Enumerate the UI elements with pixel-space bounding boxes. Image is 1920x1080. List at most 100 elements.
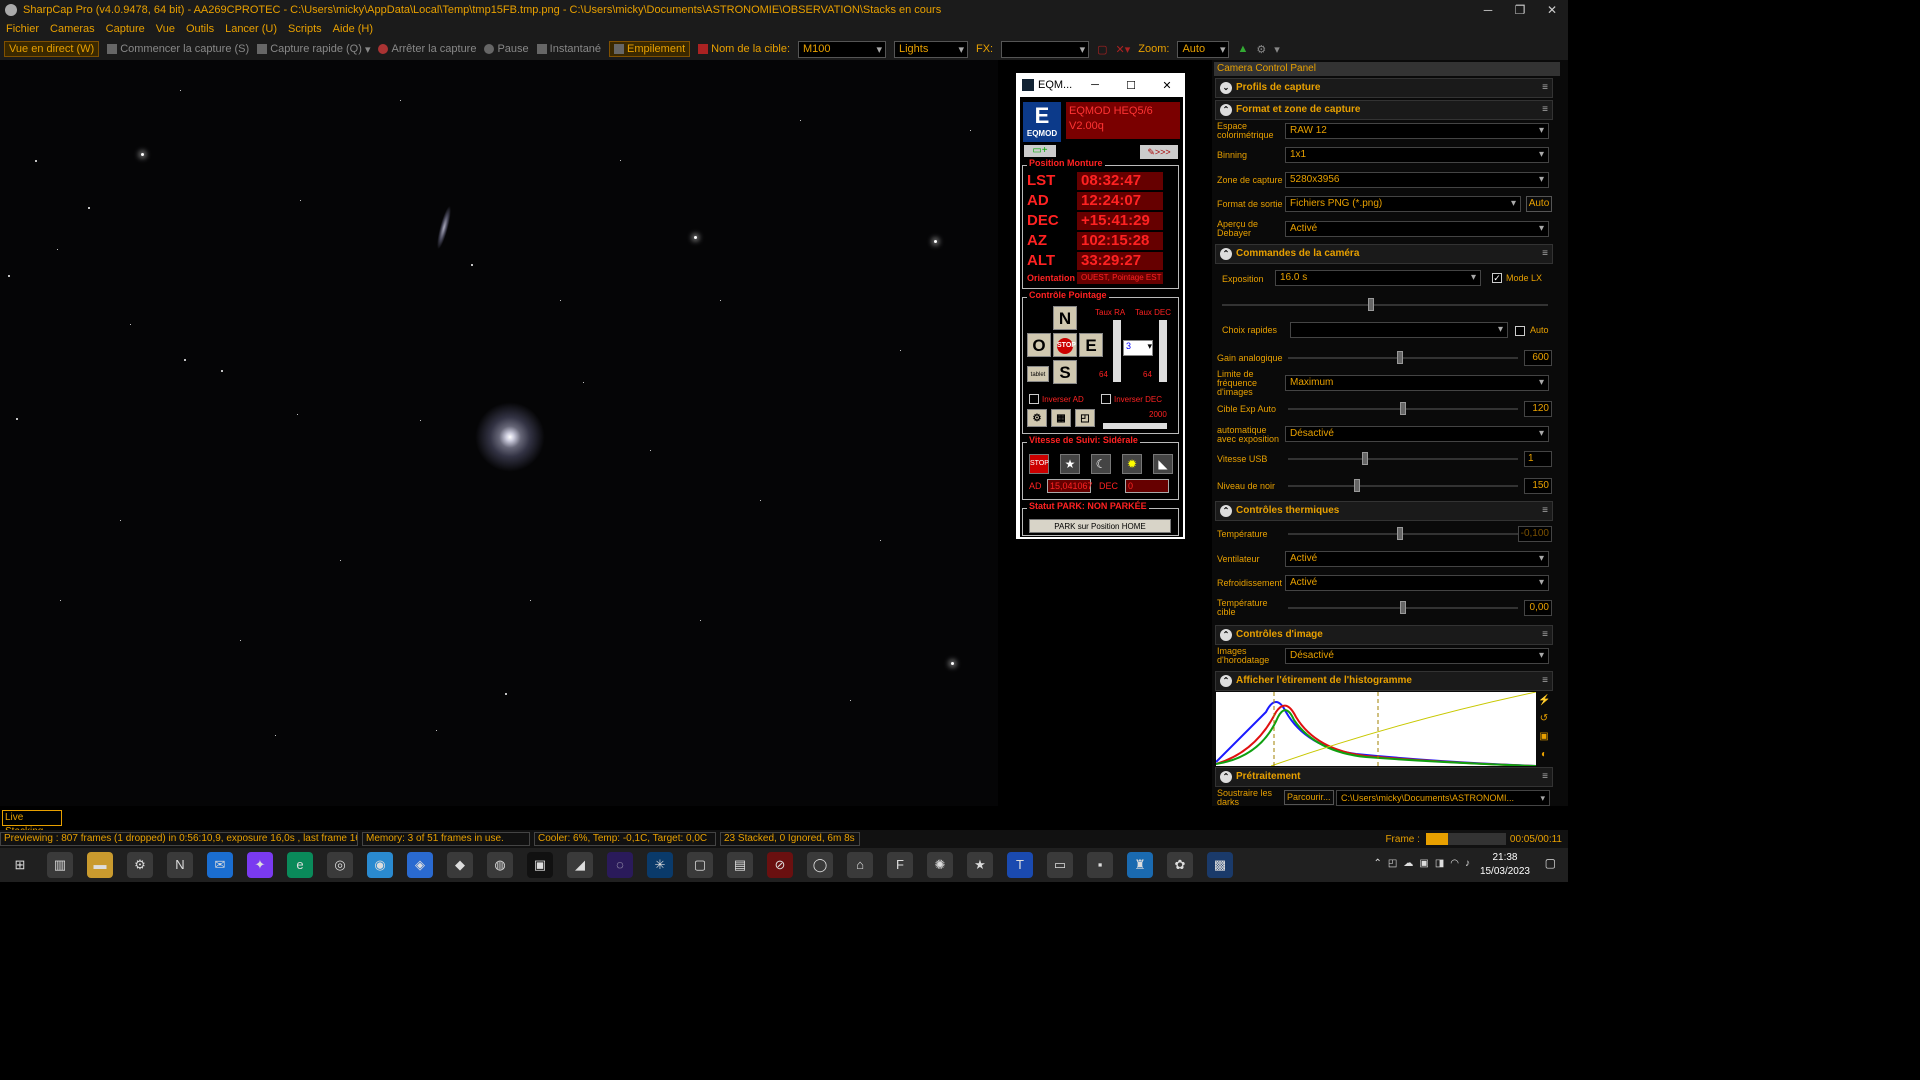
custom-rate-icon[interactable]: ◣ <box>1153 454 1173 474</box>
save-icon[interactable]: ▣ <box>1539 731 1548 742</box>
zoom-select[interactable]: Auto <box>1177 40 1230 58</box>
hamburger-icon[interactable]: ≡ <box>1542 768 1548 786</box>
expand-icon[interactable]: ✎>>> <box>1140 145 1178 159</box>
eqmod-window[interactable]: EQM... ─ ☐ ✕ E EQMOD EQMOD HEQ5/6 V2.00q … <box>1016 73 1185 539</box>
stop-slew-button[interactable]: STOP <box>1053 333 1077 357</box>
settings-icon[interactable]: ⚙ <box>1256 43 1266 56</box>
black-level-thumb[interactable] <box>1354 479 1360 492</box>
gain-slider[interactable] <box>1288 351 1518 364</box>
hamburger-icon[interactable]: ≡ <box>1542 245 1548 263</box>
app-icon-4[interactable]: ◆ <box>447 852 473 878</box>
edge-browser-icon[interactable]: e <box>287 852 313 878</box>
sidereal-star-icon[interactable]: ★ <box>1060 454 1080 474</box>
east-button[interactable]: E <box>1079 333 1103 357</box>
app-icon-14[interactable]: ⌂ <box>847 852 873 878</box>
browse-darks-button[interactable]: Parcourir... <box>1284 790 1334 805</box>
debayer-select[interactable]: Activé <box>1285 221 1549 237</box>
target-name-select[interactable]: M100 <box>798 40 886 58</box>
exposure-input[interactable]: 16.0 s <box>1275 270 1481 286</box>
gain-slider-thumb[interactable] <box>1397 351 1403 364</box>
live-stacking-tab[interactable]: Live Stacking <box>2 810 62 837</box>
notification-icon[interactable]: ▢ <box>1545 856 1556 870</box>
snapshot-button[interactable]: Instantané <box>536 43 601 55</box>
group-preprocessing[interactable]: ⌃ Prétraitement ≡ <box>1215 767 1553 787</box>
dec-rate-field[interactable]: 0 <box>1125 479 1169 493</box>
hamburger-icon[interactable]: ≡ <box>1542 626 1548 644</box>
hamburger-icon[interactable]: ≡ <box>1542 502 1548 520</box>
menu-lancer[interactable]: Lancer (U) <box>225 23 277 35</box>
solar-sun-icon[interactable]: ✹ <box>1122 454 1142 474</box>
gain-value[interactable]: 600 <box>1524 350 1552 366</box>
messenger-icon[interactable]: ✦ <box>247 852 273 878</box>
maximize-icon[interactable]: ❐ <box>1504 3 1536 17</box>
timestamp-select[interactable]: Désactivé <box>1285 648 1549 664</box>
hamburger-icon[interactable]: ≡ <box>1542 101 1548 119</box>
app-icon-13[interactable]: ◯ <box>807 852 833 878</box>
auto-exp-select[interactable]: Désactivé <box>1285 426 1549 442</box>
grid-icon[interactable]: ▦ <box>1051 409 1071 427</box>
image-viewport[interactable] <box>0 60 998 806</box>
invert-dec-checkbox[interactable] <box>1101 394 1111 404</box>
slew-speed-slider[interactable] <box>1103 423 1167 429</box>
settings-gear-icon[interactable]: ⚙ <box>127 852 153 878</box>
app-icon-10[interactable]: ▢ <box>687 852 713 878</box>
fps-limit-select[interactable]: Maximum <box>1285 375 1549 391</box>
app-icon-12[interactable]: ⊘ <box>767 852 793 878</box>
taskbar-clock[interactable]: 21:38 15/03/2023 <box>1480 851 1530 879</box>
darks-path-select[interactable]: C:\Users\micky\Documents\ASTRONOMI... <box>1336 790 1550 806</box>
binning-select[interactable]: 1x1 <box>1285 147 1549 163</box>
group-camera-commands[interactable]: ⌃ Commandes de la caméra ≡ <box>1215 244 1553 264</box>
stop-tracking-icon[interactable]: STOP <box>1029 454 1049 474</box>
start-capture-button[interactable]: Commencer la capture (S) <box>107 43 249 55</box>
tablet-button[interactable]: tablet <box>1027 366 1049 382</box>
cooling-select[interactable]: Activé <box>1285 575 1549 591</box>
app-icon-6[interactable]: ▣ <box>527 852 553 878</box>
joystick-icon[interactable]: ⚙ <box>1027 409 1047 427</box>
output-format-select[interactable]: Fichiers PNG (*.png) <box>1285 196 1521 212</box>
quick-auto-checkbox[interactable] <box>1515 326 1525 336</box>
goto-icon[interactable]: ◰ <box>1075 409 1095 427</box>
auto-exp-target-value[interactable]: 120 <box>1524 401 1552 417</box>
app-icon-16[interactable]: ✺ <box>927 852 953 878</box>
ad-rate-field[interactable]: 15,041067 <box>1047 479 1093 493</box>
fx-select[interactable] <box>1001 40 1090 58</box>
menu-vue[interactable]: Vue <box>156 23 175 35</box>
lightning-icon[interactable]: ⚡ <box>1538 695 1550 706</box>
menu-fichier[interactable]: Fichier <box>6 23 39 35</box>
group-thermal[interactable]: ⌃ Contrôles thermiques ≡ <box>1215 501 1553 521</box>
stop-capture-button[interactable]: Arrêter la capture <box>378 43 476 55</box>
app-icon-20[interactable]: ▪ <box>1087 852 1113 878</box>
reticle-icon[interactable]: ▢ <box>1097 43 1107 56</box>
fan-select[interactable]: Activé <box>1285 551 1549 567</box>
dec-rate-slider[interactable] <box>1159 320 1167 382</box>
quick-capture-button[interactable]: Capture rapide (Q) ▾ <box>257 43 370 56</box>
file-explorer-icon[interactable]: ▬ <box>87 852 113 878</box>
notion-icon[interactable]: N <box>167 852 193 878</box>
app-icon-17[interactable]: ★ <box>967 852 993 878</box>
maximize-icon[interactable]: ☐ <box>1113 79 1149 92</box>
group-format[interactable]: ⌃ Format et zone de capture ≡ <box>1215 100 1553 120</box>
usb-speed-slider[interactable] <box>1288 452 1518 465</box>
hamburger-icon[interactable]: ≡ <box>1542 79 1548 97</box>
black-level-slider[interactable] <box>1288 479 1518 492</box>
crosshair-icon[interactable]: ✕▾ <box>1116 43 1131 56</box>
app-icon-15[interactable]: F <box>887 852 913 878</box>
south-button[interactable]: S <box>1053 360 1077 384</box>
auto-exp-target-slider[interactable] <box>1288 402 1518 415</box>
app-icon-2[interactable]: ◉ <box>367 852 393 878</box>
histogram-chart[interactable] <box>1216 692 1536 766</box>
app-icon-11[interactable]: ▤ <box>727 852 753 878</box>
histogram-icon[interactable]: ▲ <box>1237 43 1248 55</box>
app-icon-22[interactable]: ✿ <box>1167 852 1193 878</box>
live-view-button[interactable]: Vue en direct (W) <box>4 41 100 57</box>
app-icon-3[interactable]: ◈ <box>407 852 433 878</box>
north-button[interactable]: N <box>1053 306 1077 330</box>
reset-icon[interactable]: ↺ <box>1540 713 1548 724</box>
menu-aide[interactable]: Aide (H) <box>333 23 373 35</box>
lx-mode-checkbox[interactable]: ✓ <box>1492 273 1502 283</box>
lunar-moon-icon[interactable]: ☾ <box>1091 454 1111 474</box>
menu-cameras[interactable]: Cameras <box>50 23 95 35</box>
ra-rate-slider[interactable] <box>1113 320 1121 382</box>
app-icon-5[interactable]: ◍ <box>487 852 513 878</box>
close-icon[interactable]: ✕ <box>1149 79 1185 92</box>
